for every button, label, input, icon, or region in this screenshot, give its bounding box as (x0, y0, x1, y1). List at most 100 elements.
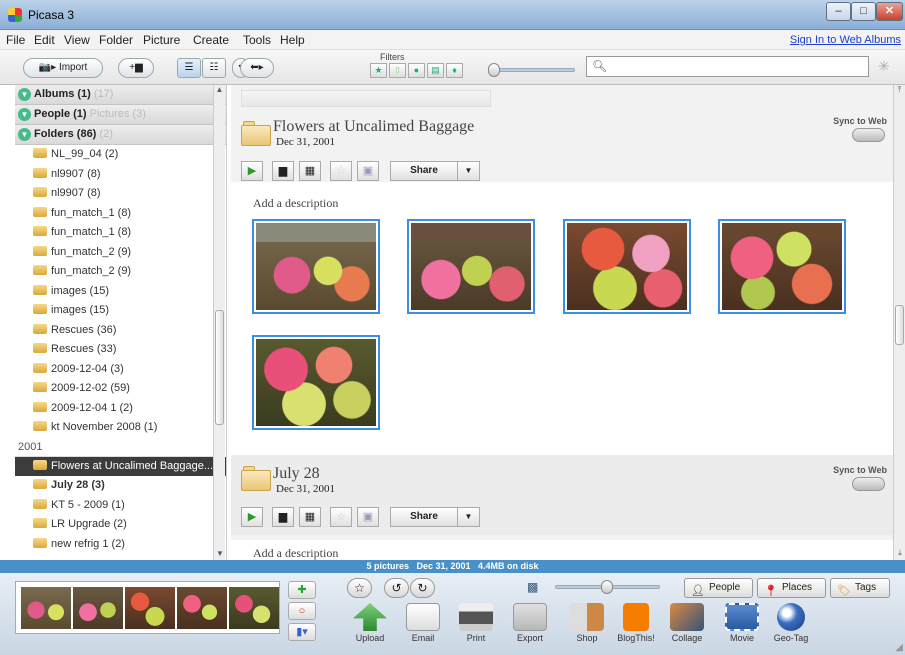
photo-thumbnail[interactable] (718, 219, 846, 314)
folder-item[interactable]: KT 5 - 2009 (1) (15, 496, 226, 516)
rotate-right-button[interactable]: ↻ (410, 578, 435, 598)
album-description[interactable]: Add a description (253, 196, 338, 211)
geotag-filter-icon[interactable]: ♦ (446, 63, 463, 78)
starred-filter-icon[interactable]: ★ (370, 63, 387, 78)
folder-item[interactable]: 2009-12-04 1 (2) (15, 399, 226, 419)
hold-selection-button[interactable]: ✚ (288, 581, 316, 599)
photo-thumbnail[interactable] (252, 335, 380, 430)
folder-item[interactable]: images (15) (15, 301, 226, 321)
scroll-bottom-icon[interactable]: ⤓ (894, 548, 905, 558)
play-slideshow-button[interactable]: ▶ (241, 161, 263, 181)
folder-item[interactable]: Rescues (33) (15, 340, 226, 360)
flat-view-button[interactable]: ☰ (177, 58, 201, 78)
search-input[interactable] (609, 58, 864, 75)
collage-action[interactable]: Collage (663, 603, 711, 643)
new-album-button[interactable]: +▆ (118, 58, 154, 78)
photo-thumbnail[interactable] (252, 219, 380, 314)
tray-thumbnail[interactable] (177, 587, 227, 629)
clear-selection-button[interactable]: ○ (288, 602, 316, 620)
shop-action[interactable]: Shop (563, 603, 611, 643)
album-date[interactable]: Dec 31, 2001 (276, 483, 335, 495)
places-button[interactable]: 📍︎ Places (757, 578, 826, 598)
menu-tools[interactable]: Tools (243, 33, 271, 47)
sync-toggle[interactable] (852, 128, 885, 142)
sync-toggle[interactable] (852, 477, 885, 491)
folders-header[interactable]: ▼ Folders (86) (2) (15, 125, 226, 145)
date-filter-slider-knob[interactable] (488, 63, 500, 77)
album-view-scrollbar[interactable]: ⤒ ⤓ (893, 85, 905, 560)
search-box[interactable]: 🔍︎ (586, 56, 869, 77)
star-button[interactable]: ☆ (347, 578, 372, 598)
maximize-button[interactable]: □ (851, 2, 876, 21)
collapse-icon[interactable]: ▼ (18, 87, 31, 101)
upload-action[interactable]: Upload (346, 603, 394, 643)
tray-thumbnail[interactable] (73, 587, 123, 629)
add-to-album-button[interactable]: ▮▾ (288, 623, 316, 641)
save-album-button[interactable]: ▣ (357, 161, 379, 181)
folder-item[interactable]: fun_match_1 (8) (15, 223, 226, 243)
collapse-icon[interactable]: ▼ (18, 107, 31, 121)
tray-thumbnail[interactable] (229, 587, 279, 629)
share-button[interactable]: Share ▼ (390, 507, 480, 527)
menu-picture[interactable]: Picture (143, 33, 180, 47)
folder-item[interactable]: nl9907 (8) (15, 184, 226, 204)
tray-thumbnail[interactable] (125, 587, 175, 629)
menu-view[interactable]: View (64, 33, 90, 47)
scroll-up-icon[interactable]: ▲ (214, 85, 225, 94)
people-header[interactable]: ▼ People (1) Pictures (3) (15, 105, 226, 125)
photo-thumbnail[interactable] (407, 219, 535, 314)
star-album-button[interactable]: ☆ (330, 161, 352, 181)
email-action[interactable]: Email (399, 603, 447, 643)
folder-item[interactable]: NL_99_04 (2) (15, 145, 226, 165)
geotag-action[interactable]: Geo-Tag (767, 603, 815, 643)
uploaded-filter-icon[interactable]: ⇧ (389, 63, 406, 78)
album-description[interactable]: Add a description (253, 546, 338, 560)
menu-create[interactable]: Create (193, 33, 229, 47)
folder-item[interactable]: fun_match_2 (9) (15, 243, 226, 263)
import-button[interactable]: 📷▸ Import (23, 58, 103, 78)
folder-item[interactable]: Rescues (36) (15, 321, 226, 341)
minimize-button[interactable]: – (826, 2, 851, 21)
movie-action[interactable]: Movie (718, 603, 766, 643)
album-date[interactable]: Dec 31, 2001 (276, 136, 335, 148)
menu-help[interactable]: Help (280, 33, 305, 47)
close-button[interactable]: ✕ (876, 2, 903, 21)
upload-album-button[interactable]: ▆ (272, 507, 294, 527)
library-scrollbar[interactable]: ▲ ▼ (213, 85, 225, 560)
print-action[interactable]: Print (452, 603, 500, 643)
save-album-button[interactable]: ▣ (357, 507, 379, 527)
play-slideshow-button[interactable]: ▶ (241, 507, 263, 527)
tree-view-button[interactable]: ☷ (202, 58, 226, 78)
folder-item[interactable]: 2009-12-02 (59) (15, 379, 226, 399)
sign-in-link[interactable]: Sign In to Web Albums (790, 34, 901, 46)
star-album-button[interactable]: ☆ (330, 507, 352, 527)
folder-item-selected[interactable]: Flowers at Uncalimed Baggage... (15, 456, 226, 476)
collage-album-button[interactable]: ▦ (299, 161, 321, 181)
upload-album-button[interactable]: ▆ (272, 161, 294, 181)
photo-thumbnail[interactable] (563, 219, 691, 314)
blogthis-action[interactable]: BlogThis! (612, 603, 660, 643)
back-to-library-button[interactable]: ⬅▸ (240, 58, 274, 78)
folder-item[interactable]: LR Upgrade (2) (15, 515, 226, 535)
tray-thumbnail[interactable] (21, 587, 71, 629)
collage-album-button[interactable]: ▦ (299, 507, 321, 527)
folder-item[interactable]: new refrig 1 (2) (15, 535, 226, 555)
albums-header[interactable]: ▼ Albums (1) (17) (15, 85, 226, 105)
menu-file[interactable]: File (6, 33, 25, 47)
share-button[interactable]: Share ▼ (390, 161, 480, 181)
people-button[interactable]: 👤︎ People (684, 578, 753, 598)
scroll-top-icon[interactable]: ⤒ (894, 85, 905, 95)
folder-item[interactable]: kt November 2008 (1) (15, 418, 226, 438)
menu-edit[interactable]: Edit (34, 33, 55, 47)
album-title[interactable]: Flowers at Uncalimed Baggage (273, 118, 474, 136)
folder-item[interactable]: 2009-12-04 (3) (15, 360, 226, 380)
chevron-down-icon[interactable]: ▼ (457, 162, 479, 180)
rotate-left-button[interactable]: ↺ (384, 578, 409, 598)
collapse-icon[interactable]: ▼ (18, 127, 31, 141)
thumbnail-size-knob[interactable] (601, 580, 613, 594)
export-action[interactable]: Export (506, 603, 554, 643)
chevron-down-icon[interactable]: ▼ (457, 508, 479, 526)
resize-grip-icon[interactable]: ◢ (895, 642, 903, 653)
people-filter-icon[interactable]: ● (408, 63, 425, 78)
tags-button[interactable]: 🏷︎ Tags (830, 578, 890, 598)
